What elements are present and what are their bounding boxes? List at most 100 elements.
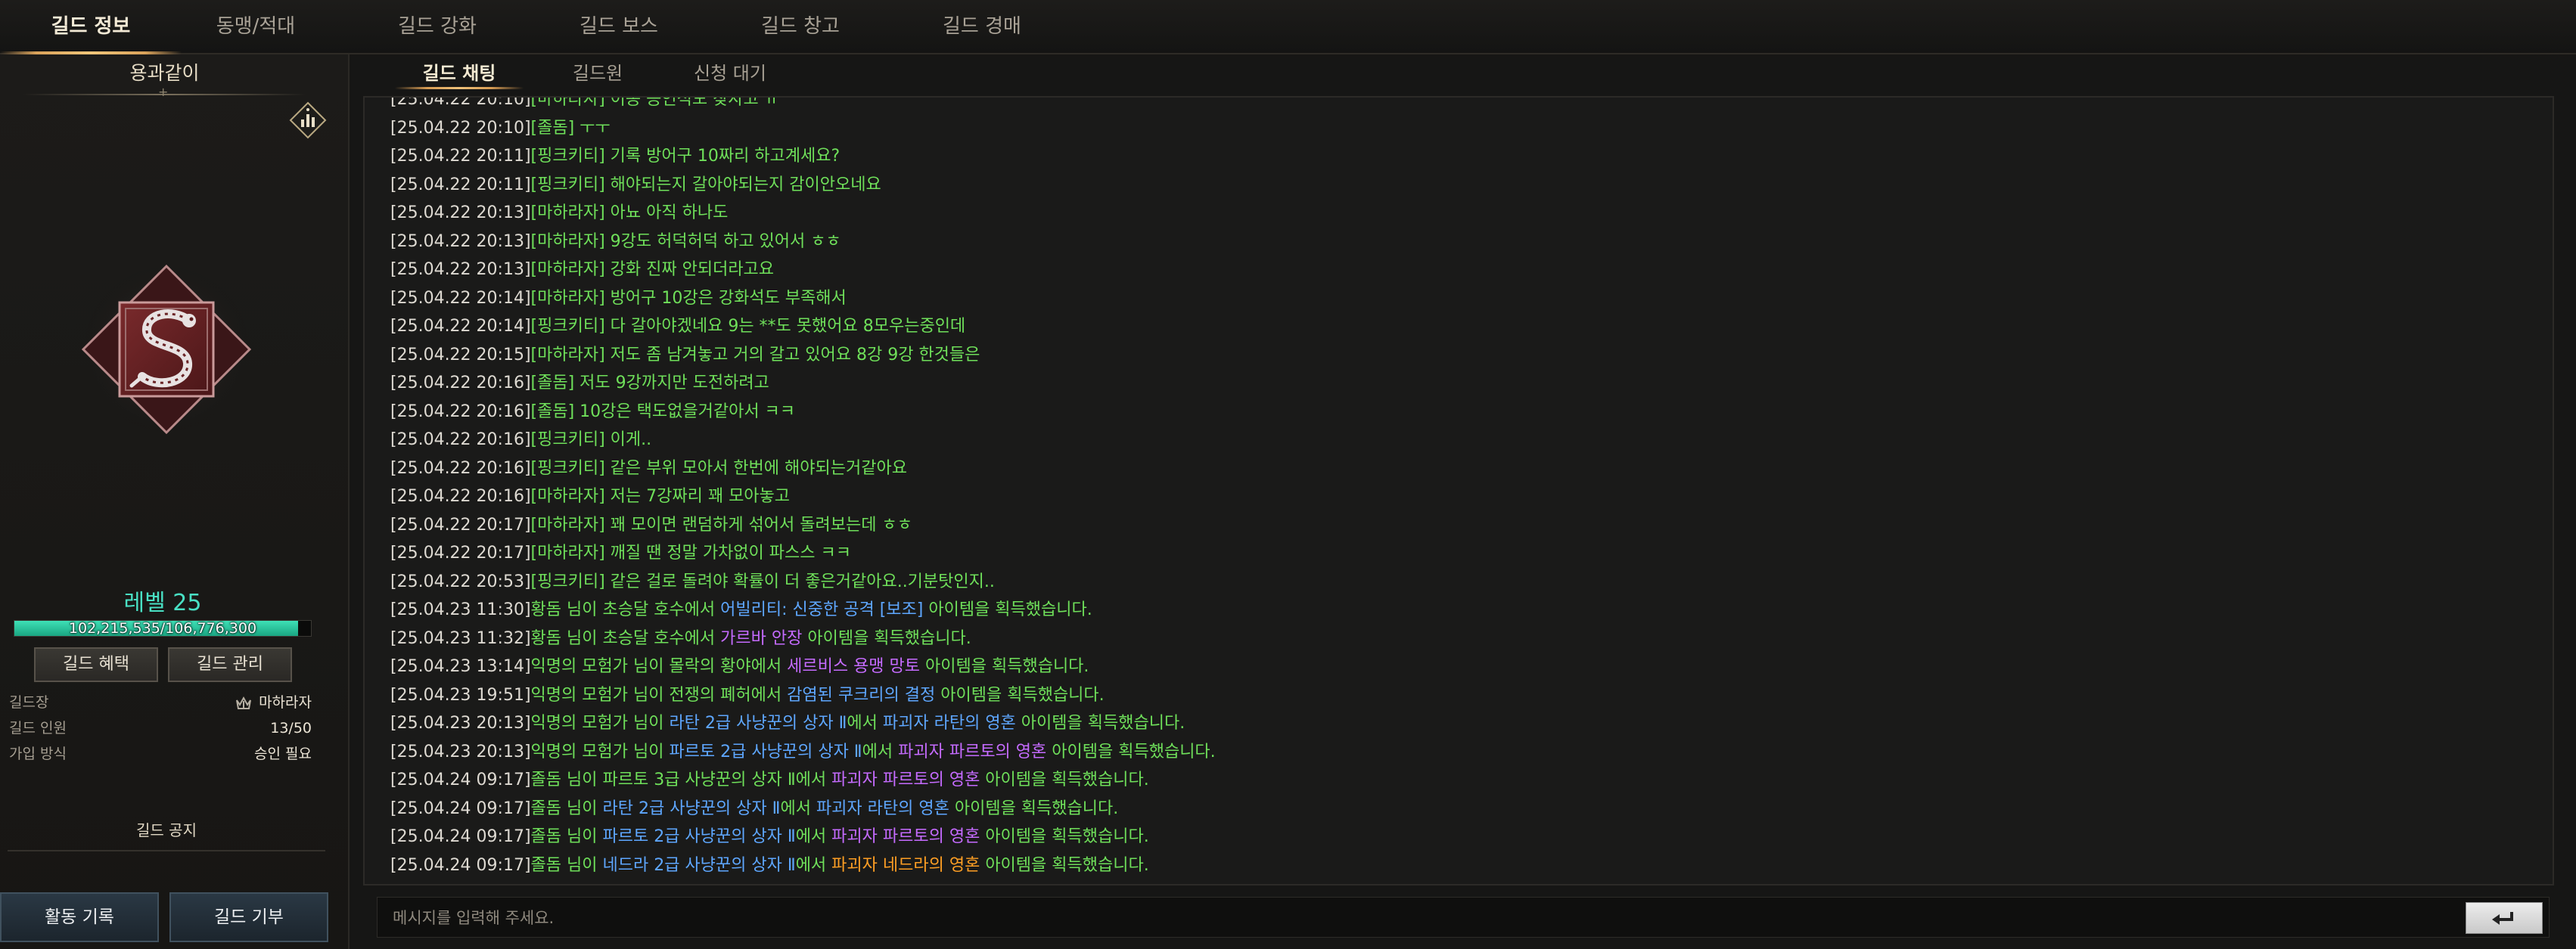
chat-message: [25.04.22 20:16][졸돔] 저도 9강까지만 도전하려고: [390, 369, 2524, 398]
chat-text-segment: [핑크키티] 기록 방어구 10짜리 하고계세요?: [530, 147, 841, 166]
chat-text-segment[interactable]: 어빌리티: 신중한 공격 [보조]: [720, 600, 923, 619]
chat-text-segment[interactable]: 가르바 안장: [720, 629, 802, 648]
chat-message: [25.04.22 20:14][핑크키티] 다 갈아야겠네요 9는 **도 못…: [390, 312, 2524, 341]
chat-text-segment[interactable]: 네드라 2급 사냥꾼의 상자 Ⅱ: [602, 856, 795, 875]
chat-message-list: [25.04.22 20:10][마하라자] 이옹 공인석도 찾자고 ㅠ [25.…: [390, 98, 2524, 879]
chat-message: [25.04.22 20:14][마하라자] 방어구 10강은 강화석도 부족해…: [390, 284, 2524, 313]
chat-log[interactable]: [25.04.22 20:10][마하라자] 이옹 공인석도 찾자고 ㅠ [25.…: [363, 96, 2554, 885]
chat-timestamp: [25.04.23 20:13]: [390, 714, 531, 733]
chat-message: [25.04.24 09:17]졸돔 님이 파르토 2급 사냥꾼의 상자 Ⅱ에서…: [390, 823, 2524, 851]
chat-message: [25.04.22 20:16][마하라자] 저는 7강짜리 꽤 모아놓고: [390, 482, 2524, 511]
exp-progress-text: 102,215,535/106,776,300: [68, 620, 257, 637]
chat-text-segment: 에서: [795, 855, 832, 875]
chat-text-segment: [마하라자] 강화 진짜 안되더라고요: [530, 260, 775, 279]
chat-text-segment[interactable]: 파르토 2급 사냥꾼의 상자 Ⅱ: [669, 743, 862, 761]
info-row-leader: 길드장 마하라자: [9, 690, 312, 715]
tab-guild-storage[interactable]: 길드 창고: [710, 0, 891, 53]
chat-timestamp: [25.04.24 09:17]: [390, 827, 531, 846]
chat-text-segment[interactable]: 파괴자 파르토의 영혼: [831, 827, 980, 846]
chat-text-segment: [마하라자] 방어구 10강은 강화석도 부족해서: [530, 288, 847, 308]
leader-value-wrap: 마하라자: [235, 690, 312, 715]
chat-text-segment: 익명의 모험가 님이 전쟁의 폐허에서: [530, 685, 788, 705]
guild-rank-icon[interactable]: [289, 101, 327, 139]
activity-log-button[interactable]: 활동 기록: [0, 892, 159, 942]
chat-text-segment[interactable]: 파괴자 라탄의 영혼: [883, 714, 1016, 733]
chat-text-segment[interactable]: 파괴자 네드라의 영혼: [831, 856, 980, 875]
chat-text-segment: 익명의 모험가 님이: [530, 742, 670, 761]
chat-text-segment: 에서: [862, 742, 899, 761]
chat-timestamp: [25.04.23 11:30]: [390, 600, 531, 619]
members-label: 길드 인원: [9, 720, 67, 737]
guild-notice-title: 길드 공지: [136, 821, 197, 839]
chat-message: [25.04.24 09:17]졸돔 님이 파르토 3급 사냥꾼의 상자 Ⅱ에서…: [390, 766, 2524, 795]
tab-pending-applications[interactable]: 신청 대기: [673, 54, 787, 92]
chat-text-segment[interactable]: 파르토 2급 사냥꾼의 상자 Ⅱ: [602, 827, 795, 846]
chat-message: [25.04.22 20:10][졸돔] ㅜㅜ: [390, 114, 2524, 143]
tab-guild-chat[interactable]: 길드 채팅: [395, 54, 524, 92]
chat-text-segment: 아이템을 획득했습니다.: [1015, 714, 1185, 733]
chat-timestamp: [25.04.22 20:13]: [390, 203, 531, 222]
tab-guild-boss[interactable]: 길드 보스: [528, 0, 710, 53]
chat-text-segment: 아이템을 획득했습니다.: [980, 771, 1149, 789]
tab-guild-members[interactable]: 길드원: [545, 54, 651, 92]
guild-level: 레벨 25: [123, 590, 202, 616]
chat-text-segment[interactable]: 세르비스 용맹 망토: [787, 657, 920, 676]
guild-benefits-button[interactable]: 길드 혜택: [34, 647, 158, 682]
chat-timestamp: [25.04.22 20:16]: [390, 430, 531, 449]
crown-icon: [235, 694, 253, 712]
tab-alliance-hostile[interactable]: 동맹/적대: [165, 0, 346, 53]
chat-text-segment[interactable]: 파괴자 파르토의 영혼: [831, 771, 980, 789]
chat-timestamp: [25.04.24 09:17]: [390, 799, 531, 818]
chat-input[interactable]: [378, 898, 2467, 938]
chat-text-segment: [졸돔] ㅜㅜ: [530, 118, 611, 138]
chat-text-segment: [졸돔] 저도 9강까지만 도전하려고: [530, 374, 769, 392]
chat-text-segment[interactable]: 파괴자 라탄의 영혼: [816, 799, 949, 818]
chat-timestamp: [25.04.24 09:17]: [390, 771, 531, 789]
chat-timestamp: [25.04.22 20:53]: [390, 572, 531, 591]
chat-text-segment[interactable]: 라탄 2급 사냥꾼의 상자 Ⅱ: [669, 714, 847, 733]
chat-text-segment: 아이템을 획득했습니다.: [1046, 742, 1216, 761]
chat-timestamp: [25.04.22 20:13]: [390, 260, 531, 279]
chat-message: [25.04.22 20:53][핑크키티] 같은 걸로 돌려야 확률이 더 좋…: [390, 568, 2524, 597]
chat-message: [25.04.22 20:17][마하라자] 깨질 땐 정말 가차없이 파스스 …: [390, 539, 2524, 568]
chat-message: [25.04.22 20:11][핑크키티] 기록 방어구 10짜리 하고계세요…: [390, 142, 2524, 171]
chat-text-segment: [마하라자] 9강도 허덕허덕 하고 있어서 ㅎㅎ: [530, 231, 841, 251]
chat-timestamp: [25.04.22 20:16]: [390, 487, 531, 506]
chat-text-segment[interactable]: 감염된 쿠크리의 결정: [787, 686, 935, 705]
tab-guild-auction[interactable]: 길드 경매: [891, 0, 1073, 53]
chat-message: [25.04.23 20:13]익명의 모험가 님이 파르토 2급 사냥꾼의 상…: [390, 738, 2524, 767]
tab-guild-upgrade[interactable]: 길드 강화: [346, 0, 528, 53]
chat-text-segment: [마하라자] 아뇨 아직 하나도: [530, 203, 729, 222]
guild-manage-button[interactable]: 길드 관리: [168, 647, 292, 682]
guild-donate-button[interactable]: 길드 기부: [169, 892, 328, 942]
chat-timestamp: [25.04.22 20:11]: [390, 175, 531, 194]
chat-text-segment: 졸돔 님이 파르토 3급 사냥꾼의 상자 Ⅱ에서: [530, 771, 832, 789]
chat-text-segment: [핑크키티] 다 갈아야겠네요 9는 **도 못했어요 8모우는중인데: [530, 317, 966, 336]
notice-divider: [8, 850, 325, 851]
chat-text-segment[interactable]: 파괴자 파르토의 영혼: [898, 743, 1046, 761]
chat-timestamp: [25.04.22 20:16]: [390, 374, 531, 392]
send-message-button[interactable]: [2466, 902, 2543, 934]
chat-text-segment: 황돔 님이 초승달 호수에서: [530, 600, 721, 619]
chat-message: [25.04.22 20:11][핑크키티] 해야되는지 갈아야되는지 감이안오…: [390, 171, 2524, 200]
chat-text-segment: [핑크키티] 같은 걸로 돌려야 확률이 더 좋은거같아요..기분탓인지..: [530, 572, 995, 591]
top-tab-bar: 길드 정보 동맹/적대 길드 강화 길드 보스 길드 창고 길드 경매: [0, 0, 2576, 54]
chat-timestamp: [25.04.23 11:32]: [390, 628, 531, 648]
chat-timestamp: [25.04.22 20:15]: [390, 345, 531, 364]
chat-text-segment: [핑크키티] 같은 부위 모아서 한번에 해야되는거같아요: [530, 458, 907, 478]
chat-text-segment: 아이템을 획득했습니다.: [802, 628, 971, 648]
chat-text-segment: [마하라자] 저는 7강짜리 꽤 모아놓고: [530, 487, 791, 506]
chat-timestamp: [25.04.22 20:11]: [390, 147, 531, 166]
chat-timestamp: [25.04.22 20:14]: [390, 317, 531, 336]
leader-name[interactable]: 마하라자: [259, 694, 312, 711]
chat-message: [25.04.22 20:15][마하라자] 저도 좀 남겨놓고 거의 갈고 있…: [390, 341, 2524, 370]
members-value: 13/50: [270, 720, 312, 737]
chat-text-segment: [마하라자] 깨질 땐 정말 가차없이 파스스 ㅋㅋ: [530, 544, 851, 563]
chat-text-segment[interactable]: 라탄 2급 사냥꾼의 상자 Ⅱ: [602, 799, 780, 818]
chat-message: [25.04.22 20:13][마하라자] 9강도 허덕허덕 하고 있어서 ㅎ…: [390, 228, 2524, 256]
chat-message: [25.04.23 11:32]황돔 님이 초승달 호수에서 가르바 안장 아이…: [390, 625, 2524, 653]
join-method-label: 가입 방식: [9, 746, 67, 762]
tab-guild-info[interactable]: 길드 정보: [0, 0, 182, 54]
chat-message: [25.04.23 11:30]황돔 님이 초승달 호수에서 어빌리티: 신중한…: [390, 596, 2524, 625]
chat-timestamp: [25.04.24 09:17]: [390, 855, 531, 875]
